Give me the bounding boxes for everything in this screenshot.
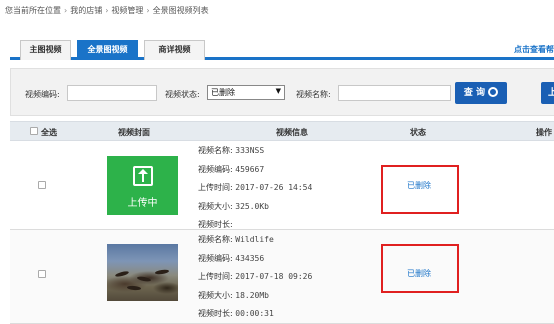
video-code-key: 视频编码: xyxy=(198,164,233,174)
video-name-value: Wildlife xyxy=(235,235,274,244)
video-code-input[interactable] xyxy=(67,85,157,101)
video-size-key: 视频大小: xyxy=(198,201,233,211)
breadcrumb: 您当前所在位置 › 我的店铺 › 视频管理 › 全景图视频列表 xyxy=(0,0,554,22)
bird-shape xyxy=(126,285,142,291)
video-name-label: 视频名称: xyxy=(296,90,331,99)
video-code-value: 459667 xyxy=(235,164,265,174)
breadcrumb-current-page: 全景图视频列表 xyxy=(152,6,209,15)
video-info: 视频名称: Wildlife 视频编码: 434356 上传时间: 2017-0… xyxy=(198,231,312,324)
tab-panorama-video[interactable]: 全景图视频 xyxy=(77,40,138,60)
video-code-label: 视频编码: xyxy=(25,90,60,99)
help-link[interactable]: 点击查看帮 xyxy=(514,44,554,55)
filter-panel: 视频编码: 视频状态: 已删除 ▼ 视频名称: 查 询 上 xyxy=(10,68,554,116)
tab-product-detail-video[interactable]: 商详视频 xyxy=(144,40,205,60)
bird-shape xyxy=(114,270,130,278)
video-status-selected: 已删除 xyxy=(211,88,235,97)
upload-time-value: 2017-07-18 09:26 xyxy=(235,272,313,281)
bird-shape xyxy=(136,275,152,283)
query-button[interactable]: 查 询 xyxy=(455,82,507,104)
table-row: 视频名称: Wildlife 视频编码: 434356 上传时间: 2017-0… xyxy=(10,230,554,324)
video-size-key: 视频大小: xyxy=(198,290,233,300)
video-name-value: 333NSS xyxy=(235,146,265,155)
breadcrumb-separator: › xyxy=(146,6,150,15)
uploading-label: 上传中 xyxy=(127,198,158,209)
column-info-header: 视频信息 xyxy=(276,128,308,137)
select-all-checkbox[interactable] xyxy=(30,127,38,135)
video-status-label: 视频状态: xyxy=(165,90,200,99)
video-size-value: 18.20Mb xyxy=(235,290,269,300)
video-code-key: 视频编码: xyxy=(198,253,233,263)
column-status-header: 状态 xyxy=(410,128,426,137)
dropdown-arrow-icon: ▼ xyxy=(275,87,281,95)
column-action-header: 操作 xyxy=(536,128,552,137)
upload-time-key: 上传时间: xyxy=(198,183,233,192)
breadcrumb-separator: › xyxy=(105,6,109,15)
breadcrumb-video-management[interactable]: 视频管理 xyxy=(111,6,143,15)
upload-time-value: 2017-07-26 14:54 xyxy=(235,183,313,192)
row-checkbox[interactable] xyxy=(38,270,46,278)
video-status-select[interactable]: 已删除 ▼ xyxy=(207,85,285,100)
bird-shape xyxy=(154,269,170,275)
video-duration-key: 视频时长: xyxy=(198,220,233,229)
search-icon xyxy=(488,87,499,97)
video-info: 视频名称: 333NSS 视频编码: 459667 上传时间: 2017-07-… xyxy=(198,142,312,235)
video-name-key: 视频名称: xyxy=(198,235,233,244)
select-all-label: 全选 xyxy=(41,128,57,137)
table-row: 上传中 视频名称: 333NSS 视频编码: 459667 上传时间: 2017… xyxy=(10,142,554,230)
status-deleted: 已删除 xyxy=(407,269,431,278)
video-cover-wildlife[interactable] xyxy=(107,244,178,301)
tab-bar: 主图视频 全景图视频 商详视频 点击查看帮 xyxy=(10,36,554,60)
upload-time-key: 上传时间: xyxy=(198,272,233,281)
breadcrumb-separator: › xyxy=(64,6,68,15)
query-button-label: 查 询 xyxy=(463,88,486,98)
video-size-value: 325.0Kb xyxy=(235,201,269,211)
video-name-input[interactable] xyxy=(338,85,451,101)
upload-button[interactable]: 上 xyxy=(541,82,554,104)
video-code-value: 434356 xyxy=(235,253,265,263)
video-duration-key: 视频时长: xyxy=(198,309,233,318)
row-checkbox[interactable] xyxy=(38,181,46,189)
video-duration-value: 00:00:31 xyxy=(235,309,274,318)
video-cover-uploading[interactable]: 上传中 xyxy=(107,156,178,215)
table-header: 全选 视频封面 视频信息 状态 操作 xyxy=(10,121,554,141)
video-name-key: 视频名称: xyxy=(198,146,233,155)
status-deleted: 已删除 xyxy=(407,181,431,190)
tab-main-image-video[interactable]: 主图视频 xyxy=(20,40,71,60)
upload-arrow-icon xyxy=(133,166,153,186)
column-cover-header: 视频封面 xyxy=(118,128,150,137)
breadcrumb-location-label: 您当前所在位置 xyxy=(5,6,61,15)
breadcrumb-my-shop[interactable]: 我的店铺 xyxy=(70,6,102,15)
